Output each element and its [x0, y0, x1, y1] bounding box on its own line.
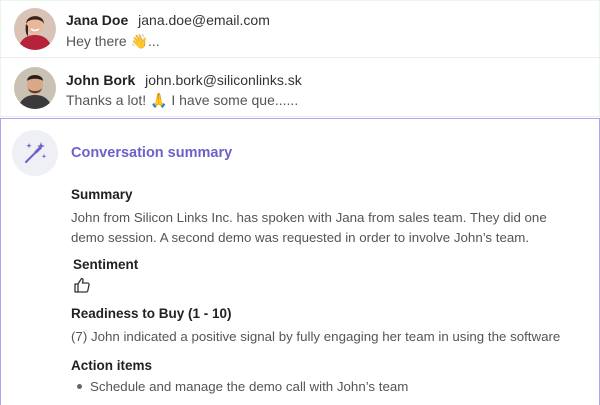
bullet-icon — [77, 383, 82, 389]
action-item-text: Schedule and manage the demo call with J… — [90, 379, 409, 394]
thumbs-up-icon — [73, 276, 91, 294]
conversation-view: Jana Doe jana.doe@email.com Hey there 👋.… — [0, 0, 600, 405]
conversation-item[interactable]: Jana Doe jana.doe@email.com Hey there 👋.… — [0, 0, 600, 58]
summary-heading: Summary — [71, 187, 133, 202]
summary-text: John from Silicon Links Inc. has spoken … — [71, 210, 547, 245]
sender-email: john.bork@siliconlinks.sk — [145, 72, 302, 88]
magic-wand-icon — [12, 130, 58, 176]
sender-name: Jana Doe — [66, 12, 129, 28]
panel-title: Conversation summary — [71, 145, 233, 161]
message-header: Jana Doe jana.doe@email.com — [66, 12, 270, 28]
readiness-heading: Readiness to Buy (1 - 10) — [71, 306, 232, 321]
message-preview: Hey there 👋... — [66, 33, 160, 49]
sender-name: John Bork — [66, 72, 136, 88]
avatar — [14, 67, 56, 109]
sender-email: jana.doe@email.com — [138, 12, 270, 28]
conversation-summary-panel: Conversation summary Summary John from S… — [0, 118, 600, 405]
action-items-heading: Action items — [71, 358, 153, 373]
sentiment-heading: Sentiment — [73, 257, 139, 272]
message-preview: Thanks a lot! 🙏 I have some que...... — [66, 92, 299, 108]
message-header: John Bork john.bork@siliconlinks.sk — [66, 72, 302, 88]
readiness-text: (7) John indicated a positive signal by … — [71, 329, 561, 344]
avatar — [14, 8, 56, 50]
action-item: Schedule and manage the demo call with J… — [77, 379, 408, 394]
conversation-item[interactable]: John Bork john.bork@siliconlinks.sk Than… — [0, 61, 600, 117]
